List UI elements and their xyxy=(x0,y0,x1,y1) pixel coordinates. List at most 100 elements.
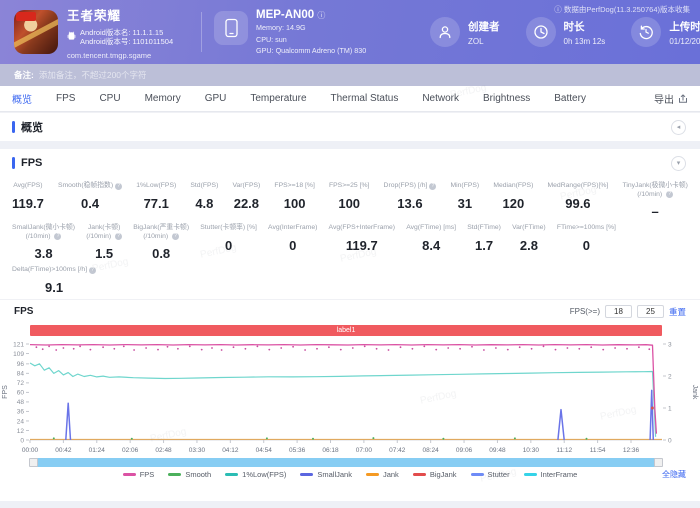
legend-swatch xyxy=(471,473,484,476)
tab-2[interactable]: CPU xyxy=(99,93,120,104)
fps-section-title: FPS xyxy=(21,157,42,169)
tab-9[interactable]: Battery xyxy=(554,93,586,104)
legend-swatch xyxy=(366,473,379,476)
svg-text:09:48: 09:48 xyxy=(489,447,506,454)
stat-cell: Avg(InterFrame)0 xyxy=(268,224,317,253)
user-icon xyxy=(430,17,460,47)
stat-cell: Jank(卡顿)(/10min) ?1.5 xyxy=(86,224,122,261)
svg-text:24: 24 xyxy=(17,418,25,425)
svg-text:3: 3 xyxy=(668,341,672,348)
svg-text:02:06: 02:06 xyxy=(122,447,139,454)
tab-0[interactable]: 概览 xyxy=(12,91,32,106)
svg-text:72: 72 xyxy=(17,380,25,387)
device-info-icon[interactable]: ⓘ xyxy=(317,11,325,20)
legend-label: InterFrame xyxy=(541,470,578,479)
svg-text:36: 36 xyxy=(17,408,25,415)
svg-text:11:12: 11:12 xyxy=(556,447,572,454)
fps-threshold-input-2[interactable] xyxy=(637,305,664,318)
game-app-icon xyxy=(14,10,58,54)
legend-item-1[interactable]: Smooth xyxy=(168,470,211,479)
tab-1[interactable]: FPS xyxy=(56,93,75,104)
legend-label: SmallJank xyxy=(317,470,352,479)
tab-bar: 概览 FPS CPU Memory GPU Temperature Thermal Stat… xyxy=(0,86,700,112)
device-block: MEP-AN00 ⓘ Memory: 14.9G CPU: sun GPU: Q… xyxy=(214,9,404,56)
stat-cell: Stutter(卡顿率) [%]0 xyxy=(200,224,257,253)
chart-range-scrollbar[interactable] xyxy=(30,458,662,467)
device-cpu: CPU: sun xyxy=(256,35,366,44)
stat-cell: Std(FTime)1.7 xyxy=(467,224,501,253)
tab-6[interactable]: Thermal Status xyxy=(331,93,399,104)
tab-7[interactable]: Network xyxy=(422,93,459,104)
legend-item-7[interactable]: InterFrame xyxy=(524,470,578,479)
collect-note: ⓘ 数据由PerfDog(11.3.250764)版本收集 xyxy=(554,4,690,15)
export-label: 导出 xyxy=(654,91,674,106)
svg-text:05:36: 05:36 xyxy=(289,447,306,454)
legend-swatch xyxy=(168,473,181,476)
hide-all-link[interactable]: 全隐藏 xyxy=(662,469,686,480)
export-button[interactable]: 导出 xyxy=(654,91,688,106)
chart-label-band[interactable]: label1 xyxy=(30,325,662,336)
svg-text:FPS: FPS xyxy=(2,384,9,398)
game-icon-art xyxy=(14,16,58,49)
svg-text:2: 2 xyxy=(668,373,672,380)
stat-value: 4.8 xyxy=(190,196,218,211)
duration-label: 时长 xyxy=(564,19,606,34)
svg-text:121: 121 xyxy=(13,341,24,348)
legend-label: Stutter xyxy=(488,470,510,479)
stat-value: 1.7 xyxy=(467,238,501,253)
fps-threshold-input-1[interactable] xyxy=(605,305,632,318)
stat-cell: Var(FTime)2.8 xyxy=(512,224,546,253)
stat-cell: Avg(FPS)119.7 xyxy=(12,182,44,211)
legend-swatch xyxy=(123,473,136,476)
legend-item-3[interactable]: SmallJank xyxy=(300,470,352,479)
scrollbar-handle-left[interactable] xyxy=(29,458,38,467)
stat-value: – xyxy=(622,204,687,219)
svg-text:02:48: 02:48 xyxy=(155,447,172,454)
history-icon xyxy=(631,17,661,47)
stat-cell: Delta(FTime)>100ms [/h]?9.1 xyxy=(12,266,96,295)
remark-bar[interactable]: 备注: 添加备注，不超过200个字符 xyxy=(0,64,700,86)
stat-cell: Avg(FPS+InterFrame)119.7 xyxy=(329,224,396,253)
fps-collapse-button[interactable]: ▾ xyxy=(671,156,686,171)
app-info: 王者荣耀 Android版本名: 11.1.1.15 Android版本号: 1… xyxy=(67,5,195,60)
overview-section-title: 概览 xyxy=(21,119,43,135)
stat-value: 0 xyxy=(268,238,317,253)
tab-8[interactable]: Brightness xyxy=(483,93,530,104)
creator-value: ZOL xyxy=(468,37,500,46)
svg-text:84: 84 xyxy=(17,370,25,377)
clock-icon xyxy=(526,17,556,47)
legend-item-5[interactable]: BigJank xyxy=(413,470,457,479)
legend-item-2[interactable]: 1%Low(FPS) xyxy=(225,470,286,479)
legend-item-4[interactable]: Jank xyxy=(366,470,399,479)
svg-text:09:06: 09:06 xyxy=(456,447,473,454)
reset-button[interactable]: 重置 xyxy=(669,306,686,318)
device-memory: Memory: 14.9G xyxy=(256,23,366,32)
legend-item-0[interactable]: FPS xyxy=(123,470,155,479)
duration-block: 时长 0h 13m 12s xyxy=(526,17,606,47)
stat-value: 22.8 xyxy=(232,196,260,211)
overview-panel: 概览 ◂ xyxy=(0,112,700,141)
stat-value: 2.8 xyxy=(512,238,546,253)
scrollbar-handle-right[interactable] xyxy=(654,458,663,467)
legend-label: Smooth xyxy=(185,470,211,479)
stat-value: 13.6 xyxy=(384,196,437,211)
svg-text:11:54: 11:54 xyxy=(590,447,606,454)
creator-label: 创建者 xyxy=(468,19,500,34)
fps-line-chart[interactable]: 12110996847260483624120321000:0000:4201:… xyxy=(0,336,700,458)
svg-text:60: 60 xyxy=(17,389,25,396)
overview-collapse-button[interactable]: ◂ xyxy=(671,120,686,135)
stat-value: 0.8 xyxy=(133,246,189,261)
legend-item-6[interactable]: Stutter xyxy=(471,470,510,479)
stat-cell: FTime>=100ms [%]0 xyxy=(557,224,616,253)
stat-value: 77.1 xyxy=(136,196,176,211)
stat-cell: FPS>=25 [%]100 xyxy=(329,182,369,211)
device-model: MEP-AN00 xyxy=(256,9,314,21)
tab-5[interactable]: Temperature xyxy=(250,93,306,104)
tab-3[interactable]: Memory xyxy=(145,93,181,104)
svg-text:01:24: 01:24 xyxy=(89,447,106,454)
section-gap xyxy=(0,141,700,149)
svg-text:04:54: 04:54 xyxy=(256,447,273,454)
duration-value: 0h 13m 12s xyxy=(564,37,606,46)
svg-text:06:18: 06:18 xyxy=(322,447,339,454)
tab-4[interactable]: GPU xyxy=(205,93,227,104)
